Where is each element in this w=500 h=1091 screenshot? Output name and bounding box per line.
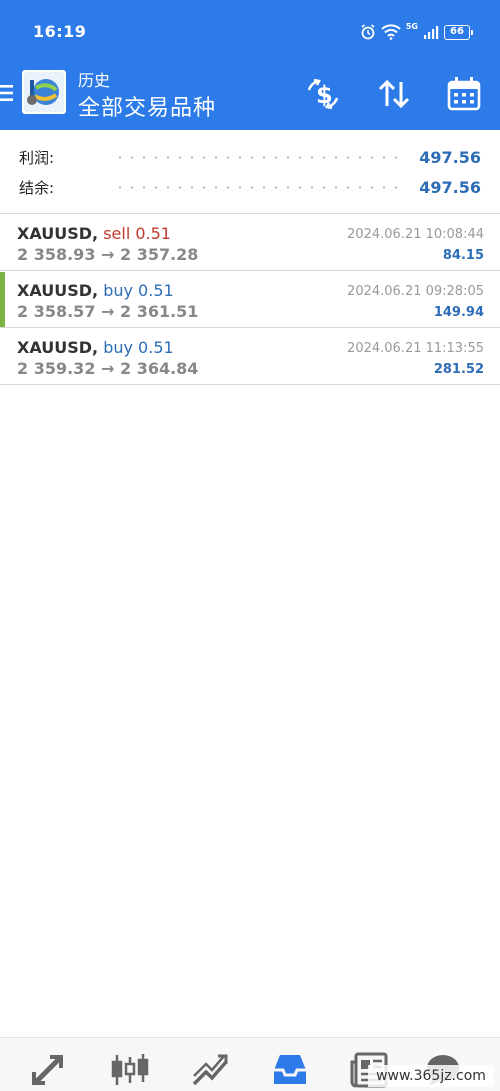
calendar-icon[interactable] <box>446 76 482 112</box>
trade-prices: 2 359.32 → 2 364.84 <box>17 359 199 378</box>
currency-exchange-icon[interactable]: $ <box>305 76 341 112</box>
app-logo[interactable] <box>22 70 66 114</box>
summary-panel: 利润: 497.56 结余: 497.56 <box>0 130 500 214</box>
battery-icon: 66 <box>444 24 473 40</box>
trade-symbol: XAUUSD, <box>17 224 99 243</box>
trade-title: XAUUSD, buy 0.51 <box>17 281 174 300</box>
status-icons: 5G 66 <box>360 22 473 42</box>
status-bar: 16:19 5G 66 <box>0 0 500 64</box>
dotted-leader <box>114 185 406 189</box>
app-header: 16:19 5G 66 历史 全部交易品种 $ <box>0 0 500 130</box>
trade-row[interactable]: XAUUSD, buy 0.51 2 359.32 → 2 364.84 202… <box>0 329 500 385</box>
trade-time: 2024.06.21 10:08:44 <box>347 227 484 242</box>
page-title[interactable]: 全部交易品种 <box>78 90 216 122</box>
dotted-leader <box>114 155 406 159</box>
trade-title: XAUUSD, sell 0.51 <box>17 224 171 243</box>
status-time: 16:19 <box>33 22 87 41</box>
trade-symbol: XAUUSD, <box>17 281 99 300</box>
profit-label: 利润: <box>19 148 55 167</box>
trade-volume: 0.51 <box>135 224 171 243</box>
history-icon[interactable] <box>270 1052 310 1088</box>
sort-icon[interactable] <box>376 76 412 112</box>
profit-row: 利润: 497.56 <box>19 142 481 172</box>
profit-value: 497.56 <box>419 147 481 167</box>
trade-type: buy <box>103 281 133 300</box>
balance-value: 497.56 <box>419 177 481 197</box>
balance-label: 结余: <box>19 178 55 197</box>
trade-profit: 281.52 <box>433 362 484 377</box>
trade-title: XAUUSD, buy 0.51 <box>17 338 174 357</box>
trade-icon[interactable] <box>190 1052 230 1088</box>
selected-indicator <box>0 272 5 327</box>
trade-prices: 2 358.93 → 2 357.28 <box>17 245 199 264</box>
trade-symbol: XAUUSD, <box>17 338 99 357</box>
wifi-icon <box>381 24 401 40</box>
menu-icon[interactable] <box>0 83 14 103</box>
trade-row[interactable]: XAUUSD, sell 0.51 2 358.93 → 2 357.28 20… <box>0 215 500 271</box>
trade-volume: 0.51 <box>138 338 174 357</box>
trade-type: buy <box>103 338 133 357</box>
trade-row[interactable]: XAUUSD, buy 0.51 2 358.57 → 2 361.51 202… <box>0 272 500 328</box>
alarm-icon <box>361 24 375 40</box>
network-label: 5G <box>405 22 418 31</box>
toolbar: 历史 全部交易品种 $ <box>0 64 500 130</box>
watermark: www.365jz.com <box>368 1065 494 1087</box>
trade-time: 2024.06.21 09:28:05 <box>347 284 484 299</box>
trade-profit: 149.94 <box>433 305 484 320</box>
trade-profit: 84.15 <box>442 248 484 263</box>
balance-row: 结余: 497.56 <box>19 172 481 202</box>
trade-time: 2024.06.21 11:13:55 <box>347 341 484 356</box>
metatrader-logo-icon <box>24 72 64 112</box>
trade-volume: 0.51 <box>138 281 174 300</box>
chart-icon[interactable] <box>110 1052 150 1088</box>
trade-type: sell <box>103 224 131 243</box>
page-subtitle: 历史 <box>78 71 111 90</box>
quotes-icon[interactable] <box>30 1052 70 1088</box>
trade-prices: 2 358.57 → 2 361.51 <box>17 302 199 321</box>
signal-icon <box>424 26 439 39</box>
